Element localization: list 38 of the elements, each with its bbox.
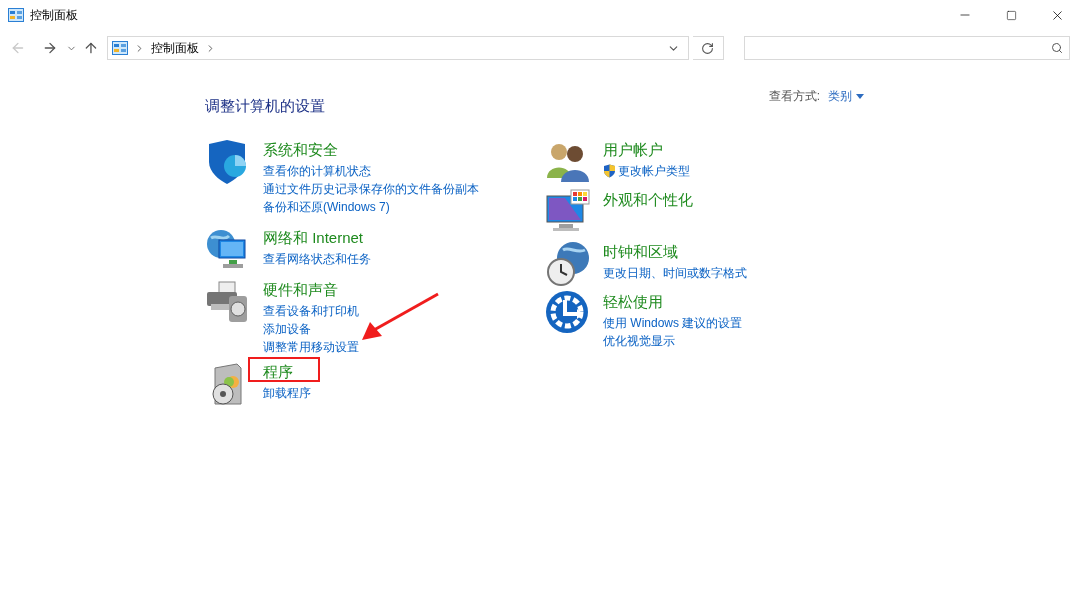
category-link[interactable]: 查看网络状态和任务	[263, 250, 371, 268]
globe-clock-icon	[545, 240, 591, 286]
back-arrow-icon[interactable]	[10, 40, 26, 56]
category-link[interactable]: 使用 Windows 建议的设置	[603, 314, 743, 332]
refresh-icon	[701, 41, 715, 55]
category-link[interactable]: 优化视觉显示	[603, 332, 675, 350]
category-link[interactable]: 备份和还原(Windows 7)	[263, 198, 390, 216]
dropdown-caret-icon	[856, 93, 864, 99]
category-link[interactable]: 调整常用移动设置	[263, 338, 359, 356]
category-link[interactable]: 更改帐户类型	[618, 162, 690, 180]
maximize-icon	[1005, 9, 1017, 21]
category-title[interactable]: 用户帐户	[603, 141, 663, 158]
category-title[interactable]: 外观和个性化	[603, 191, 693, 208]
category-title[interactable]: 轻松使用	[603, 293, 663, 310]
category-link[interactable]: 卸载程序	[263, 384, 311, 402]
category-title[interactable]: 程序	[263, 363, 293, 380]
view-by-dropdown[interactable]: 类别	[828, 87, 864, 105]
search-icon	[1051, 42, 1063, 54]
category-title[interactable]: 系统和安全	[263, 141, 338, 158]
view-by-label: 查看方式:	[768, 88, 820, 105]
control-panel-icon	[111, 41, 128, 55]
category-link[interactable]: 更改日期、时间或数字格式	[603, 264, 747, 282]
refresh-button[interactable]	[692, 36, 725, 60]
search-field[interactable]	[744, 36, 1070, 60]
category-title[interactable]: 硬件和声音	[263, 281, 338, 298]
control-panel-icon	[8, 8, 24, 22]
category-link[interactable]: 通过文件历史记录保存你的文件备份副本	[263, 180, 479, 198]
address-bar[interactable]: 控制面板	[106, 36, 689, 60]
category-link[interactable]: 添加设备	[263, 320, 311, 338]
window-title: 控制面板	[30, 7, 78, 24]
page-heading: 调整计算机的设置	[205, 97, 325, 114]
category-link[interactable]: 查看设备和打印机	[263, 302, 359, 320]
category-link[interactable]: 查看你的计算机状态	[263, 162, 371, 180]
breadcrumb-item[interactable]: 控制面板	[150, 39, 199, 57]
category-title[interactable]: 时钟和区域	[603, 243, 678, 260]
monitor-palette-icon	[545, 188, 591, 234]
category-title[interactable]: 网络和 Internet	[263, 229, 364, 246]
accessibility-dial-icon	[545, 290, 591, 336]
